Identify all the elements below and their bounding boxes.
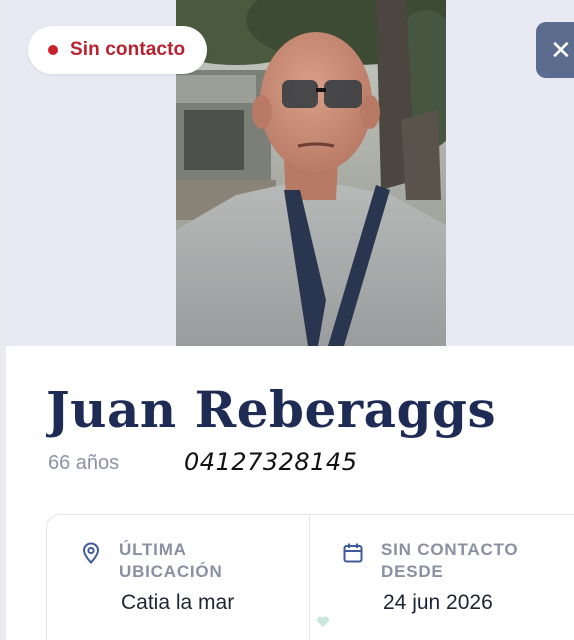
status-dot-icon — [48, 45, 58, 55]
info-divider — [309, 515, 310, 640]
last-location-value: Catia la mar — [121, 591, 235, 614]
info-panel: ÚLTIMA UBICACIÓN Catia la mar SIN CONTAC… — [46, 514, 574, 640]
status-label: Sin contacto — [70, 39, 186, 60]
status-badge: Sin contacto — [28, 26, 208, 74]
person-card: Sin contacto ✕ Juan Reberaggs 66 años 04… — [6, 0, 574, 640]
photo-area: Sin contacto ✕ — [6, 0, 574, 346]
close-button[interactable]: ✕ — [536, 22, 574, 78]
person-photo — [176, 0, 446, 346]
heart-icon — [316, 616, 330, 627]
phone-number: 04127328145 — [184, 448, 358, 476]
person-age: 66 años — [48, 452, 120, 474]
close-icon: ✕ — [550, 34, 572, 65]
calendar-icon — [343, 543, 363, 563]
no-contact-since-label: SIN CONTACTO DESDE — [381, 540, 519, 581]
last-location-label: ÚLTIMA UBICACIÓN — [119, 540, 223, 581]
person-name: Juan Reberaggs — [46, 380, 497, 439]
location-pin-icon — [82, 542, 100, 564]
no-contact-since-value: 24 jun 2026 — [383, 591, 493, 614]
